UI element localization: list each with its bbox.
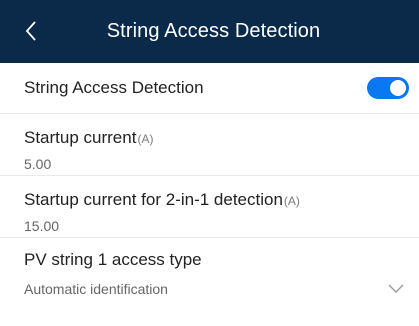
chevron-down-icon [388, 284, 404, 293]
startup-current-2in1-label: Startup current for 2-in-1 detection(A) [24, 176, 395, 211]
pv-string-1-access-type-select[interactable]: Automatic identification [24, 281, 404, 297]
startup-current-2in1-label-text: Startup current for 2-in-1 detection [24, 190, 283, 209]
page-title: String Access Detection [106, 20, 321, 42]
startup-current-2in1-unit: (A) [283, 194, 300, 208]
startup-current-2in1-row[interactable]: Startup current for 2-in-1 detection(A) … [0, 176, 419, 238]
pv-string-1-access-type-label: PV string 1 access type [24, 250, 202, 269]
pv-string-1-access-type-value: Automatic identification [24, 281, 168, 297]
toggle-knob [390, 80, 406, 96]
chevron-left-icon [25, 21, 36, 41]
pv-string-1-access-type-row: PV string 1 access type Automatic identi… [0, 238, 419, 304]
startup-current-value: 5.00 [24, 156, 52, 172]
startup-current-row[interactable]: Startup current(A) 5.00 [0, 114, 419, 176]
startup-current-label: Startup current(A) [24, 114, 395, 149]
startup-current-2in1-value: 15.00 [24, 218, 60, 234]
back-button[interactable] [16, 13, 46, 49]
string-access-detection-row: String Access Detection [0, 63, 419, 114]
startup-current-unit: (A) [137, 132, 154, 146]
startup-current-label-text: Startup current [24, 128, 137, 147]
string-access-detection-label: String Access Detection [24, 78, 204, 97]
app-header: String Access Detection [0, 0, 419, 63]
string-access-detection-toggle[interactable] [367, 77, 409, 99]
